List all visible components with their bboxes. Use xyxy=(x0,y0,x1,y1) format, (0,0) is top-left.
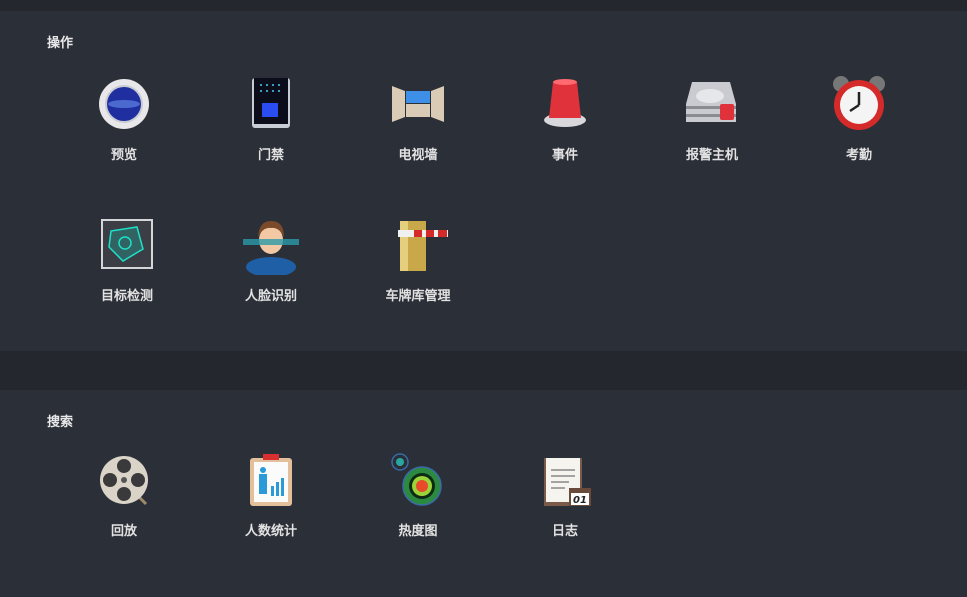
heat-map-icon xyxy=(388,450,448,510)
tile-label: 事件 xyxy=(500,144,630,163)
tile-alarm-host[interactable]: 报警主机 xyxy=(647,74,777,163)
tile-label: 门禁 xyxy=(206,144,336,163)
log-date-badge: 01 xyxy=(573,495,587,506)
tile-label: 车牌库管理 xyxy=(353,285,483,304)
alarm-host-icon xyxy=(682,74,742,134)
film-reel-icon xyxy=(94,450,154,510)
alarm-light-icon xyxy=(535,74,595,134)
search-panel: 搜索 回放 人数统计 热度图 01 日志 xyxy=(0,390,967,597)
tile-preview[interactable]: 预览 xyxy=(59,74,189,163)
tile-label: 考勤 xyxy=(794,144,924,163)
tile-label: 目标检测 xyxy=(62,285,192,304)
tile-label: 预览 xyxy=(59,144,189,163)
tile-heat-map[interactable]: 热度图 xyxy=(353,450,483,539)
log-notepad-icon: 01 xyxy=(535,450,595,510)
target-detection-icon xyxy=(97,215,157,275)
tile-access-control[interactable]: 门禁 xyxy=(206,74,336,163)
tile-event[interactable]: 事件 xyxy=(500,74,630,163)
preview-camera-icon xyxy=(94,74,154,134)
tile-plate-library[interactable]: 车牌库管理 xyxy=(353,215,483,304)
tile-label: 报警主机 xyxy=(647,144,777,163)
tile-label: 热度图 xyxy=(353,520,483,539)
tile-attendance[interactable]: 考勤 xyxy=(794,74,924,163)
access-control-icon xyxy=(241,74,301,134)
section-title-search: 搜索 xyxy=(47,411,73,430)
tile-label: 日志 xyxy=(500,520,630,539)
tile-playback[interactable]: 回放 xyxy=(59,450,189,539)
operations-panel: 操作 预览 门禁 电视墙 事件 报警主机 考勤 目标检测 人脸识别 车牌库管理 xyxy=(0,11,967,351)
tile-label: 人脸识别 xyxy=(206,285,336,304)
tile-label: 回放 xyxy=(59,520,189,539)
tile-people-counting[interactable]: 人数统计 xyxy=(206,450,336,539)
face-recognition-icon xyxy=(241,215,301,275)
tile-label: 人数统计 xyxy=(206,520,336,539)
people-counting-icon xyxy=(241,450,301,510)
tile-video-wall[interactable]: 电视墙 xyxy=(353,74,483,163)
alarm-clock-icon xyxy=(829,74,889,134)
tile-log[interactable]: 01 日志 xyxy=(500,450,630,539)
section-title-operations: 操作 xyxy=(47,32,73,51)
tile-face-recognition[interactable]: 人脸识别 xyxy=(206,215,336,304)
video-wall-icon xyxy=(388,74,448,134)
tile-label: 电视墙 xyxy=(353,144,483,163)
barrier-gate-icon xyxy=(388,215,448,275)
tile-target-detection[interactable]: 目标检测 xyxy=(62,215,192,304)
